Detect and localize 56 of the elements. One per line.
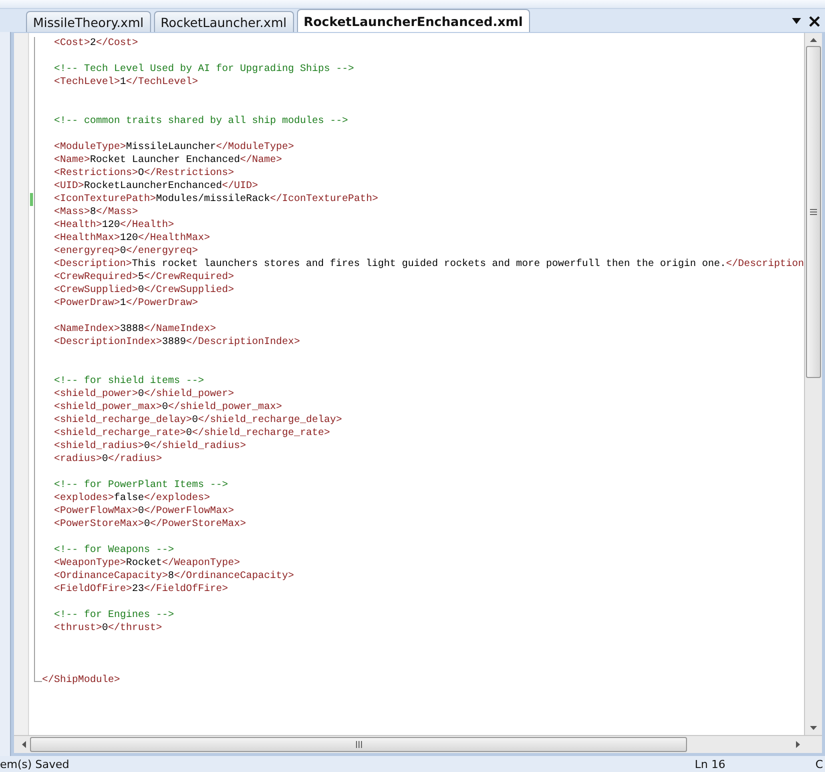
code-line: <CrewRequired>5</CrewRequired> xyxy=(54,271,234,284)
scroll-left-icon[interactable] xyxy=(22,741,26,748)
code-line: <shield_recharge_rate>0</shield_recharge_rate> xyxy=(54,427,330,440)
code-line: <explodes>false</explodes> xyxy=(54,492,210,505)
code-line: <radius>0</radius> xyxy=(54,453,162,466)
scroll-up-icon[interactable] xyxy=(810,38,817,42)
close-icon[interactable] xyxy=(809,16,820,26)
code-line: <!-- Tech Level Used by AI for Upgrading Ships --> xyxy=(54,63,354,76)
code-line: <PowerDraw>1</PowerDraw> xyxy=(54,297,198,310)
code-line: <shield_power>0</shield_power> xyxy=(54,388,234,401)
vertical-scrollbar[interactable] xyxy=(804,33,822,735)
scroll-thumb[interactable] xyxy=(806,46,821,378)
code-line: <TechLevel>1</TechLevel> xyxy=(54,76,198,89)
code-line: <Description>This rocket launchers stores and fires light guided rockets and more powerfull then the origin one.</Description xyxy=(54,258,804,271)
code-line: <Name>Rocket Launcher Enchanced</Name> xyxy=(54,154,282,167)
change-marker xyxy=(30,193,33,206)
line-number: Ln 16 xyxy=(694,758,726,770)
code-line: </ShipModule> xyxy=(42,674,120,687)
code-line: <!-- for Weapons --> xyxy=(54,544,174,557)
code-line: <OrdinanceCapacity>8</OrdinanceCapacity> xyxy=(54,570,294,583)
scroll-thumb[interactable] xyxy=(30,737,687,752)
code-line: <PowerStoreMax>0</PowerStoreMax> xyxy=(54,518,246,531)
horizontal-scrollbar[interactable] xyxy=(14,735,822,753)
grip-icon xyxy=(356,741,362,748)
code-line: <!-- for Engines --> xyxy=(54,609,174,622)
code-line: <thrust>0</thrust> xyxy=(54,622,162,635)
code-line: <FieldOfFire>23</FieldOfFire> xyxy=(54,583,228,596)
code-line: <shield_radius>0</shield_radius> xyxy=(54,440,246,453)
file-tab[interactable]: MissileTheory.xml xyxy=(26,11,151,32)
scroll-right-icon[interactable] xyxy=(796,741,800,748)
code-line: <DescriptionIndex>3889</DescriptionIndex> xyxy=(54,336,300,349)
code-line: <Restrictions>O</Restrictions> xyxy=(54,167,234,180)
code-line: <Mass>8</Mass> xyxy=(54,206,138,219)
code-line: <Cost>2</Cost> xyxy=(54,37,138,50)
code-line: <shield_power_max>0</shield_power_max> xyxy=(54,401,282,414)
code-line: <HealthMax>120</HealthMax> xyxy=(54,232,210,245)
code-line: <IconTexturePath>Modules/missileRack</IconTexturePath> xyxy=(54,193,378,206)
code-line: <CrewSupplied>0</CrewSupplied> xyxy=(54,284,234,297)
code-line: <NameIndex>3888</NameIndex> xyxy=(54,323,216,336)
column-number: C xyxy=(815,758,823,770)
code-line: <PowerFlowMax>0</PowerFlowMax> xyxy=(54,505,234,518)
grip-icon xyxy=(810,209,817,215)
code-line: <!-- common traits shared by all ship modules --> xyxy=(54,115,348,128)
code-line: <shield_recharge_delay>0</shield_recharge_delay> xyxy=(54,414,342,427)
code-line: <ModuleType>MissileLauncher</ModuleType> xyxy=(54,141,294,154)
code-line: <energyreq>0</energyreq> xyxy=(54,245,198,258)
code-line: <UID>RocketLauncherEnchanced</UID> xyxy=(54,180,258,193)
scroll-down-icon[interactable] xyxy=(810,726,817,730)
code-line: <WeaponType>Rocket</WeaponType> xyxy=(54,557,240,570)
code-line: <!-- for PowerPlant Items --> xyxy=(54,479,228,492)
code-line: <!-- for shield items --> xyxy=(54,375,204,388)
file-tab[interactable]: RocketLauncher.xml xyxy=(154,11,294,32)
code-line: <Health>120</Health> xyxy=(54,219,174,232)
dropdown-icon[interactable] xyxy=(792,18,801,24)
status-message: em(s) Saved xyxy=(0,758,70,770)
file-tab[interactable]: RocketLauncherEnchanced.xml xyxy=(296,9,530,32)
